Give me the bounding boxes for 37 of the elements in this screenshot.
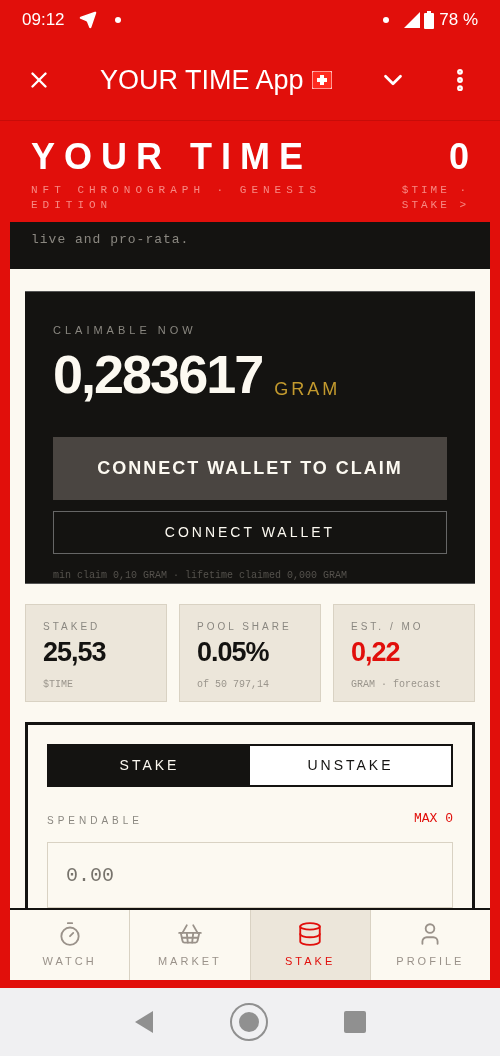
nav-tab[interactable]: PROFILE [369,910,490,980]
stat-value: 0.05% [197,636,270,667]
brand-subtitle: NFT CHRONOGRAPH · GENESIS EDITION [31,183,323,213]
back-icon[interactable] [134,1010,154,1034]
stat-caption: $TIME [43,677,74,692]
max-link[interactable]: MAX 0 [414,808,453,828]
stat-value: 25,53 [43,636,107,667]
stake-tab[interactable]: STAKE [49,745,250,785]
flag-icon [311,71,332,89]
stat-label: STAKED [43,619,102,634]
battery-level: 78 % [439,9,478,32]
stat-label: POOL SHARE [197,619,293,634]
stat-caption: GRAM · forecast [351,677,442,692]
database-icon [297,920,324,947]
balance-value: 0 [448,137,469,177]
stat-value: 0,22 [351,636,401,667]
claim-label: CLAIMABLE NOW [53,323,198,338]
status-time: 09:12 [22,9,65,32]
spendable-label: SPENDABLE [47,814,144,828]
claim-amount: 0,283617 [53,342,263,405]
app-title: YOUR TIME App [100,63,304,97]
signal-icon [403,11,422,29]
nav-tab[interactable]: WATCH [10,910,130,980]
battery-icon [424,11,435,29]
stat-label: EST. / MO [351,619,425,634]
stat-caption: of 50 797,14 [197,677,270,692]
claim-note: min claim 0,10 GRAM · lifetime claimed 0,000 GRAM [53,568,349,583]
nav-tab[interactable]: MARKET [129,910,250,980]
stake-tab[interactable]: UNSTAKE [250,745,451,785]
connect-wallet-button[interactable]: CONNECT WALLET [53,510,447,554]
nav-tab[interactable]: STAKE [249,910,370,980]
intro-text: live and pro-rata. [31,231,190,249]
home-icon[interactable] [229,1002,269,1042]
brand-title: YOUR TIME [31,137,313,177]
claim-button[interactable]: CONNECT WALLET TO CLAIM [53,436,447,500]
amount-field[interactable]: 0.00 [47,842,453,908]
claim-unit: GRAM [274,377,341,401]
